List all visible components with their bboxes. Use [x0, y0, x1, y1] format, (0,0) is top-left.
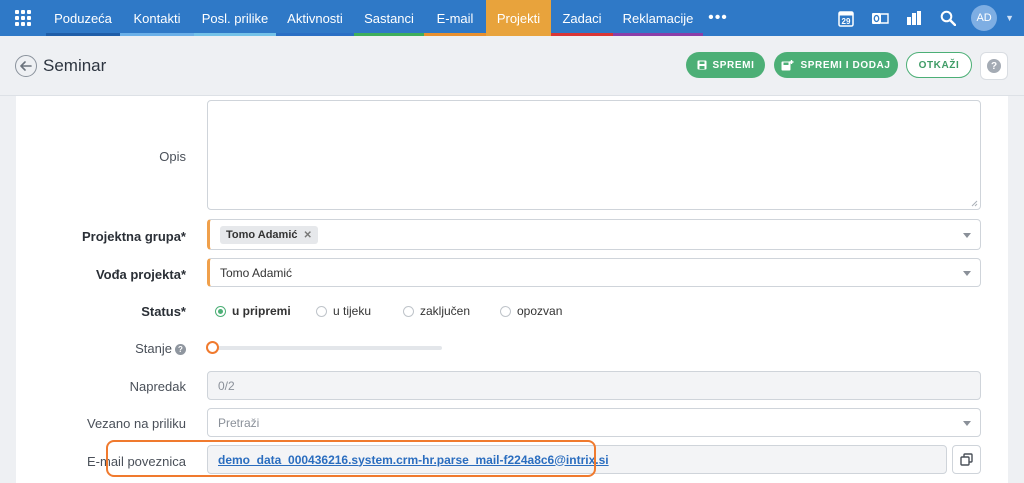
- copy-button[interactable]: [952, 445, 981, 474]
- projektna-grupa-select[interactable]: Tomo Adamić ✕: [207, 219, 981, 250]
- nav-tab-label: Projekti: [496, 10, 541, 26]
- napredak-label: Napredak: [129, 379, 186, 394]
- nav-tab-aktivnosti[interactable]: Aktivnosti: [276, 0, 354, 36]
- status-option-label: zaključen: [420, 304, 471, 318]
- cancel-button[interactable]: OTKAŽI: [906, 52, 972, 78]
- opis-label: Opis: [159, 149, 186, 164]
- apps-menu-button[interactable]: [0, 0, 46, 36]
- save-button[interactable]: SPREMI: [686, 52, 765, 78]
- nav-tab-label: Reklamacije: [622, 10, 694, 26]
- save-add-label: SPREMI I DODAJ: [800, 59, 891, 71]
- nav-tab-projekti[interactable]: Projekti: [486, 0, 551, 36]
- radio-icon: [500, 305, 511, 317]
- slider-handle[interactable]: [206, 341, 219, 354]
- nav-tab-label: Kontakti: [133, 10, 181, 26]
- voda-projekta-value: Tomo Adamić: [220, 265, 293, 280]
- calendar-day-text: 29: [842, 17, 851, 26]
- status-option-label: u pripremi: [232, 304, 291, 318]
- calendar-icon[interactable]: 29: [829, 0, 863, 36]
- nav-icon-group: 29 AD ▼: [829, 0, 1024, 36]
- stanje-slider[interactable]: [206, 341, 442, 354]
- dropdown-caret-icon: [963, 420, 971, 426]
- voda-projekta-label: Vođa projekta*: [95, 267, 186, 282]
- nav-tab-label: Posl. prilike: [201, 10, 269, 26]
- remove-tag-icon[interactable]: ✕: [304, 230, 312, 241]
- outlook-icon[interactable]: [863, 0, 897, 36]
- napredak-value: 0/2: [218, 378, 235, 393]
- save-icon: [697, 60, 707, 70]
- nav-tab-label: Zadaci: [562, 10, 602, 26]
- radio-selected-icon: [215, 305, 226, 317]
- more-tabs-button[interactable]: •••: [703, 0, 733, 36]
- avatar[interactable]: AD: [971, 5, 998, 31]
- projektna-grupa-label: Projektna grupa*: [81, 229, 186, 244]
- vezano-placeholder: Pretraži: [218, 415, 260, 430]
- nav-tab-email[interactable]: E-mail: [424, 0, 486, 36]
- vezano-label: Vezano na priliku: [86, 416, 186, 431]
- back-arrow-icon: [20, 61, 32, 71]
- dropdown-caret-icon: [963, 270, 971, 276]
- stanje-label: Stanje?: [135, 341, 186, 356]
- nav-tab-reklamacije[interactable]: Reklamacije: [613, 0, 703, 36]
- nav-tab-label: Poduzeća: [54, 10, 112, 26]
- copy-icon: [960, 453, 973, 466]
- vezano-select[interactable]: Pretraži: [207, 408, 981, 437]
- member-tag: Tomo Adamić ✕: [220, 226, 318, 244]
- radio-icon: [316, 305, 327, 317]
- save-label: SPREMI: [712, 59, 755, 71]
- status-option-label: opozvan: [517, 304, 563, 318]
- save-add-icon: [781, 59, 794, 70]
- member-tag-label: Tomo Adamić: [226, 229, 298, 241]
- status-label: Status*: [141, 304, 186, 319]
- nav-tab-label: E-mail: [436, 10, 474, 26]
- help-icon: ?: [987, 59, 1001, 73]
- status-option-label: u tijeku: [333, 304, 372, 318]
- nav-tab-poduzeca[interactable]: Poduzeća: [46, 0, 120, 36]
- voda-projekta-select[interactable]: Tomo Adamić: [207, 258, 981, 287]
- page-header: Seminar SPREMI SPREMI I DODAJ OTKAŽI ?: [0, 36, 1024, 96]
- opis-textarea[interactable]: [207, 100, 981, 210]
- help-icon[interactable]: ?: [175, 344, 186, 355]
- chevron-down-icon[interactable]: ▼: [1005, 13, 1014, 23]
- stanje-label-text: Stanje: [135, 341, 172, 356]
- nav-tab-label: Aktivnosti: [287, 10, 343, 26]
- back-button[interactable]: [15, 55, 37, 77]
- status-option-u-tijeku[interactable]: u tijeku: [316, 304, 371, 318]
- nav-tab-kontakti[interactable]: Kontakti: [120, 0, 194, 36]
- apps-grid-icon: [15, 10, 31, 26]
- page-title: Seminar: [43, 56, 107, 75]
- status-option-u-pripremi[interactable]: u pripremi: [215, 304, 291, 318]
- search-icon[interactable]: [931, 0, 965, 36]
- napredak-field: 0/2: [207, 371, 981, 400]
- nav-tab-label: Sastanci: [364, 10, 414, 26]
- email-highlight-outline: [106, 440, 596, 477]
- save-and-add-button[interactable]: SPREMI I DODAJ: [774, 52, 898, 78]
- nav-tab-posl-prilike[interactable]: Posl. prilike: [194, 0, 276, 36]
- resize-handle-icon[interactable]: [971, 200, 978, 207]
- status-option-opozvan[interactable]: opozvan: [500, 304, 562, 318]
- top-navigation: Poduzeća Kontakti Posl. prilike Aktivnos…: [0, 0, 1024, 36]
- nav-tab-zadaci[interactable]: Zadaci: [551, 0, 613, 36]
- radio-icon: [403, 305, 414, 317]
- dropdown-caret-icon: [963, 232, 971, 238]
- bar-chart-icon[interactable]: [897, 0, 931, 36]
- help-button[interactable]: ?: [980, 52, 1008, 80]
- nav-tab-sastanci[interactable]: Sastanci: [354, 0, 424, 36]
- project-form: Opis Projektna grupa* Tomo Adamić ✕ Vođa…: [16, 96, 1008, 483]
- status-option-zakljucen[interactable]: zaključen: [403, 304, 470, 318]
